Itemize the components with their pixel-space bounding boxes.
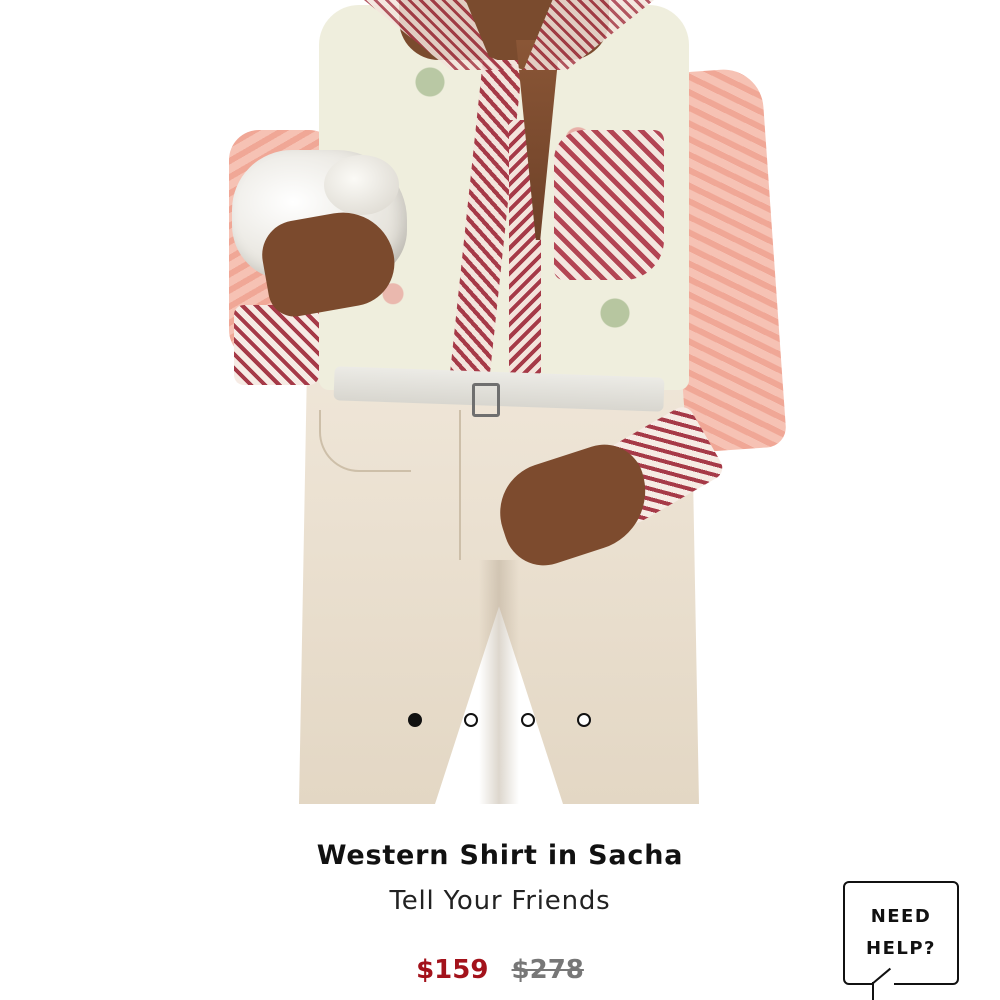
carousel-dots (405, 710, 595, 730)
belt-buckle (472, 383, 500, 417)
product-image[interactable] (204, 0, 796, 804)
need-help-button[interactable]: NEED HELP? (843, 881, 959, 985)
chat-bubble-icon (874, 982, 894, 986)
jeans-pocket (319, 410, 411, 472)
original-price: $278 (511, 955, 584, 985)
help-label-line1: NEED (870, 906, 932, 927)
sale-price: $159 (416, 955, 489, 985)
product-page: Western Shirt in Sacha Tell Your Friends… (0, 0, 1000, 1000)
product-title: Western Shirt in Sacha (316, 840, 684, 871)
shirt-pocket (554, 130, 664, 280)
jeans-fly (459, 410, 461, 560)
carousel-dot-2[interactable] (464, 713, 478, 727)
carousel-dot-3[interactable] (521, 713, 535, 727)
shirt-cuff-left (234, 305, 319, 385)
jeans-crease (479, 560, 519, 804)
handbag-knot (324, 155, 399, 215)
help-label-line2: HELP? (866, 938, 936, 959)
carousel-dot-1[interactable] (408, 713, 422, 727)
carousel-dot-4[interactable] (577, 713, 591, 727)
